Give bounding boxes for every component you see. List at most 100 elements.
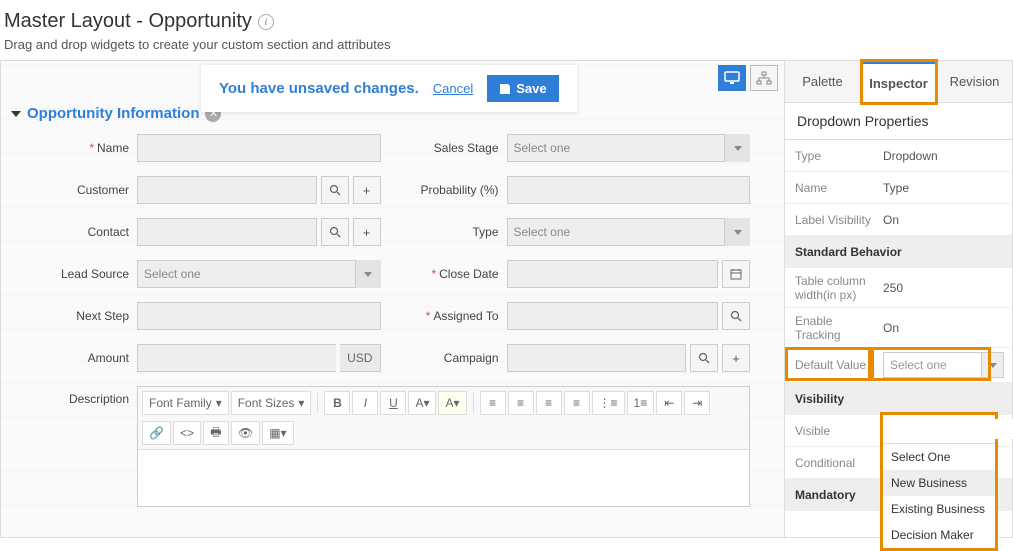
page-header: Master Layout - Opportunity i Drag and d… (0, 0, 1013, 60)
layout-canvas[interactable]: You have unsaved changes. Cancel Save Op… (0, 60, 785, 538)
default-value-select[interactable]: Select one (883, 352, 1004, 378)
field-label: Sales Stage (405, 141, 507, 155)
rte-content[interactable] (138, 450, 749, 506)
field-label: Probability (%) (405, 183, 507, 197)
prop-row-col-width: Table column width(in px) 250 (785, 268, 1012, 308)
field-label: Amount (35, 351, 137, 365)
field-sales-stage[interactable]: Sales Stage Select one (405, 134, 751, 162)
customer-input[interactable] (137, 176, 317, 204)
field-description[interactable]: Description Font Family ▾ Font Sizes ▾ B… (35, 386, 750, 507)
name-input[interactable] (137, 134, 381, 162)
form-grid: *Name Sales Stage Select one Customer + … (1, 130, 784, 507)
unsaved-message: You have unsaved changes. (219, 80, 419, 97)
unsaved-changes-bar: You have unsaved changes. Cancel Save (201, 65, 577, 112)
dropdown-options: Select One New Business Existing Busines… (883, 444, 995, 548)
field-lead-source[interactable]: Lead Source Select one (35, 260, 381, 288)
tab-inspector[interactable]: Inspector (860, 61, 936, 103)
dropdown-option[interactable]: Existing Business (883, 496, 995, 522)
close-date-input[interactable] (507, 260, 719, 288)
search-icon (730, 310, 742, 322)
search-button[interactable] (321, 218, 349, 246)
italic-button[interactable]: I (352, 391, 378, 415)
field-probability[interactable]: Probability (%) (405, 176, 751, 204)
bg-color-button[interactable]: A▾ (438, 391, 466, 415)
text-color-button[interactable]: A▾ (408, 391, 436, 415)
info-icon[interactable]: i (258, 14, 274, 30)
code-button[interactable]: <> (173, 421, 201, 445)
field-contact[interactable]: Contact + (35, 218, 381, 246)
assigned-to-input[interactable] (507, 302, 719, 330)
cancel-link[interactable]: Cancel (433, 81, 473, 96)
save-icon (499, 83, 511, 95)
rich-text-editor[interactable]: Font Family ▾ Font Sizes ▾ B I U A▾ A▾ ≡… (137, 386, 750, 507)
bold-button[interactable]: B (324, 391, 350, 415)
section-title-text: Opportunity Information (27, 105, 199, 122)
field-label: *Name (35, 141, 137, 155)
field-label: Campaign (405, 351, 507, 365)
field-name[interactable]: *Name (35, 134, 381, 162)
font-size-select[interactable]: Font Sizes ▾ (231, 391, 312, 415)
chevron-down-icon (981, 353, 1003, 377)
dropdown-option[interactable]: Select One (883, 444, 995, 470)
dropdown-option[interactable]: New Business (883, 470, 995, 496)
search-icon (329, 226, 341, 238)
outdent-button[interactable]: ⇤ (656, 391, 682, 415)
contact-input[interactable] (137, 218, 317, 246)
table-button[interactable]: ▦▾ (262, 421, 293, 445)
bullet-list-button[interactable]: ⋮≡ (592, 391, 625, 415)
indent-button[interactable]: ⇥ (684, 391, 710, 415)
preview-button[interactable]: 👁 (231, 421, 260, 445)
save-button[interactable]: Save (487, 75, 558, 102)
number-list-button[interactable]: 1≡ (627, 391, 655, 415)
add-button[interactable]: + (353, 218, 381, 246)
campaign-input[interactable] (507, 344, 687, 372)
field-campaign[interactable]: Campaign + (405, 344, 751, 372)
calendar-icon (730, 268, 742, 280)
side-tabs: Palette Inspector Revision (785, 61, 1012, 103)
next-step-input[interactable] (137, 302, 381, 330)
rte-toolbar: Font Family ▾ Font Sizes ▾ B I U A▾ A▾ ≡… (138, 387, 749, 450)
field-amount[interactable]: Amount USD (35, 344, 381, 372)
add-button[interactable]: + (353, 176, 381, 204)
probability-input[interactable] (507, 176, 751, 204)
field-label: Next Step (35, 309, 137, 323)
currency-suffix: USD (340, 344, 381, 372)
search-button[interactable] (321, 176, 349, 204)
field-label: Lead Source (35, 267, 137, 281)
link-button[interactable]: 🔗 (142, 421, 171, 445)
dropdown-option[interactable]: Decision Maker (883, 522, 995, 548)
type-select[interactable]: Select one (507, 218, 751, 246)
hierarchy-view-button[interactable] (750, 65, 778, 91)
desktop-view-button[interactable] (718, 65, 746, 91)
prop-row-default-value: Default Value Select one (785, 348, 1012, 383)
tab-palette[interactable]: Palette (785, 61, 860, 103)
field-close-date[interactable]: *Close Date (405, 260, 751, 288)
section-visibility: Visibility (785, 383, 1012, 415)
search-button[interactable] (722, 302, 750, 330)
print-button[interactable]: 🖶 (203, 421, 229, 445)
calendar-button[interactable] (722, 260, 750, 288)
align-left-button[interactable]: ≡ (480, 391, 506, 415)
panel-title: Dropdown Properties (785, 103, 1012, 139)
dropdown-search-input[interactable] (887, 419, 1013, 439)
field-next-step[interactable]: Next Step (35, 302, 381, 330)
search-button[interactable] (690, 344, 718, 372)
dropdown-search (883, 415, 995, 444)
font-family-select[interactable]: Font Family ▾ (142, 391, 229, 415)
page-title: Master Layout - Opportunity i (4, 10, 1009, 33)
field-type[interactable]: Type Select one (405, 218, 751, 246)
underline-button[interactable]: U (380, 391, 406, 415)
field-label: Type (405, 225, 507, 239)
amount-input[interactable] (137, 344, 336, 372)
align-center-button[interactable]: ≡ (508, 391, 534, 415)
tab-revision[interactable]: Revision (936, 61, 1012, 103)
sales-stage-select[interactable]: Select one (507, 134, 751, 162)
field-customer[interactable]: Customer + (35, 176, 381, 204)
prop-row-type: Type Dropdown (785, 140, 1012, 172)
add-button[interactable]: + (722, 344, 750, 372)
field-assigned-to[interactable]: *Assigned To (405, 302, 751, 330)
lead-source-select[interactable]: Select one (137, 260, 381, 288)
chevron-down-icon (724, 218, 750, 246)
align-justify-button[interactable]: ≡ (564, 391, 590, 415)
align-right-button[interactable]: ≡ (536, 391, 562, 415)
